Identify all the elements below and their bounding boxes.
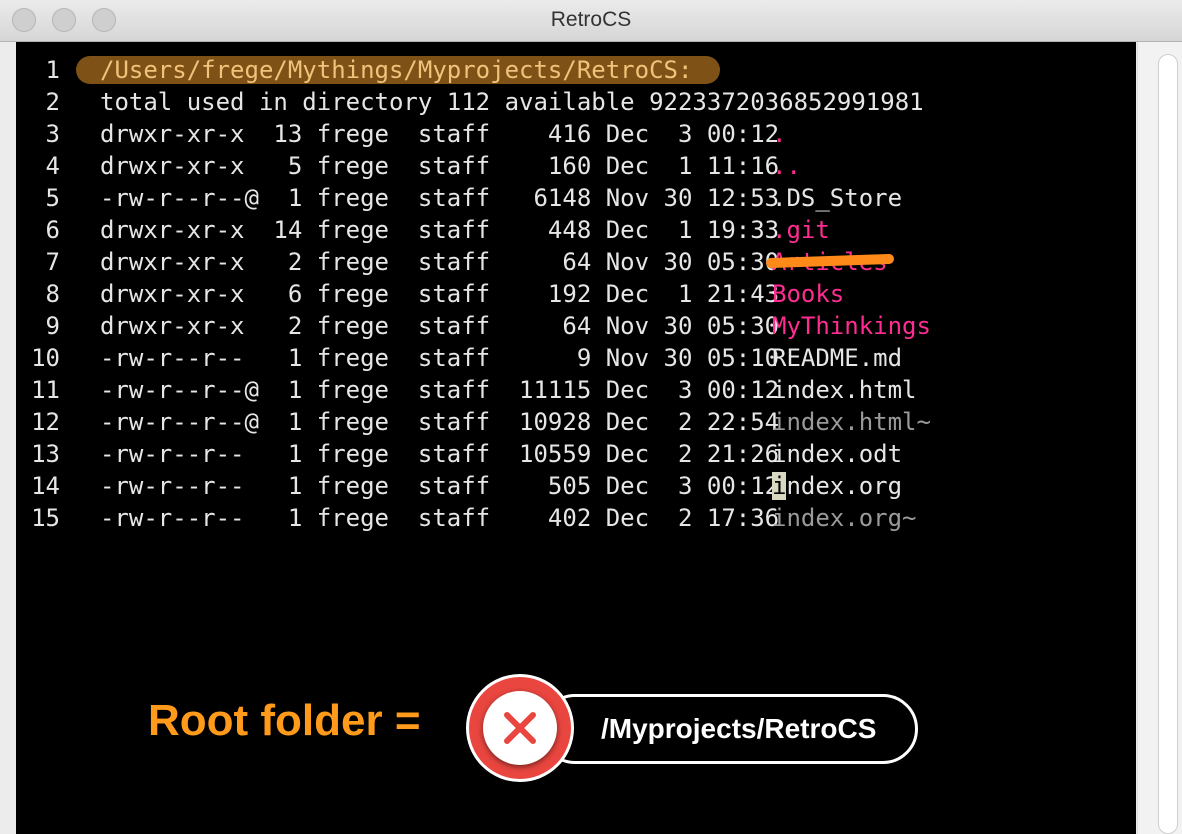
line-number: 1 — [45, 56, 60, 84]
title-bar: RetroCS — [0, 0, 1182, 42]
line-number: 13 — [31, 440, 60, 468]
vertical-scrollbar[interactable] — [1137, 42, 1182, 834]
file-name: .DS_Store — [772, 184, 903, 212]
line-number: 5 — [45, 184, 60, 212]
listing-details: drwxr-xr-x 2 frege staff 64 Nov 30 05:30 — [100, 248, 780, 276]
x-icon — [483, 691, 557, 765]
annotation-label: Root folder = — [148, 696, 421, 745]
file-name: index.html — [772, 376, 917, 404]
listing-details: -rw-r--r-- 1 frege staff 402 Dec 2 17:36 — [100, 504, 780, 532]
file-name: Books — [772, 280, 845, 308]
line-number: 15 — [31, 504, 60, 532]
file-name: index.org~ — [772, 504, 917, 532]
listing-details: drwxr-xr-x 2 frege staff 64 Nov 30 05:30 — [100, 312, 780, 340]
listing-details: drwxr-xr-x 13 frege staff 416 Dec 3 00:1… — [100, 120, 780, 148]
line-number: 12 — [31, 408, 60, 436]
line-number: 2 — [45, 88, 60, 116]
file-name: index.org — [772, 470, 902, 502]
line-number: 3 — [45, 120, 60, 148]
listing-details: drwxr-xr-x 14 frege staff 448 Dec 1 19:3… — [100, 216, 780, 244]
listing-details: -rw-r--r-- 1 frege staff 10559 Dec 2 21:… — [100, 440, 780, 468]
file-name: MyThinkings — [772, 312, 931, 340]
line-number: 9 — [45, 312, 60, 340]
file-name: .. — [772, 152, 801, 180]
listing-details: -rw-r--r-- 1 frege staff 505 Dec 3 00:12 — [100, 472, 780, 500]
line-number: 11 — [31, 376, 60, 404]
line-number: 6 — [45, 216, 60, 244]
line-number: 7 — [45, 248, 60, 276]
directory-path: /Users/frege/Mythings/Myprojects/RetroCS… — [100, 56, 693, 84]
file-name: . — [772, 120, 787, 148]
listing-details: drwxr-xr-x 5 frege staff 160 Dec 1 11:16 — [100, 152, 780, 180]
line-number: 4 — [45, 152, 60, 180]
window-title: RetroCS — [550, 8, 632, 31]
file-name: index.odt — [772, 440, 903, 468]
listing-details: total used in directory 112 available 92… — [100, 88, 924, 116]
listing-details: -rw-r--r--@ 1 frege staff 6148 Nov 30 12… — [100, 184, 780, 212]
error-badge — [466, 674, 574, 782]
listing-details: -rw-r--r--@ 1 frege staff 10928 Dec 2 22… — [100, 408, 780, 436]
file-name: index.html~ — [772, 408, 931, 436]
text-cursor: i — [772, 472, 787, 500]
annotation-path-pill: /Myprojects/RetroCS — [540, 694, 918, 764]
line-number: 14 — [31, 472, 60, 500]
listing-details: -rw-r--r--@ 1 frege staff 11115 Dec 3 00… — [100, 376, 780, 404]
scrollbar-thumb[interactable] — [1158, 54, 1178, 834]
annotation-path: /Myprojects/RetroCS — [601, 713, 877, 744]
listing-details: -rw-r--r-- 1 frege staff 9 Nov 30 05:10 — [100, 344, 780, 372]
line-number: 8 — [45, 280, 60, 308]
file-name-rest: ndex.org — [786, 472, 903, 500]
file-name: README.md — [772, 344, 903, 372]
file-name: .git — [772, 216, 830, 244]
listing-details: drwxr-xr-x 6 frege staff 192 Dec 1 21:43 — [100, 280, 780, 308]
line-number: 10 — [31, 344, 60, 372]
